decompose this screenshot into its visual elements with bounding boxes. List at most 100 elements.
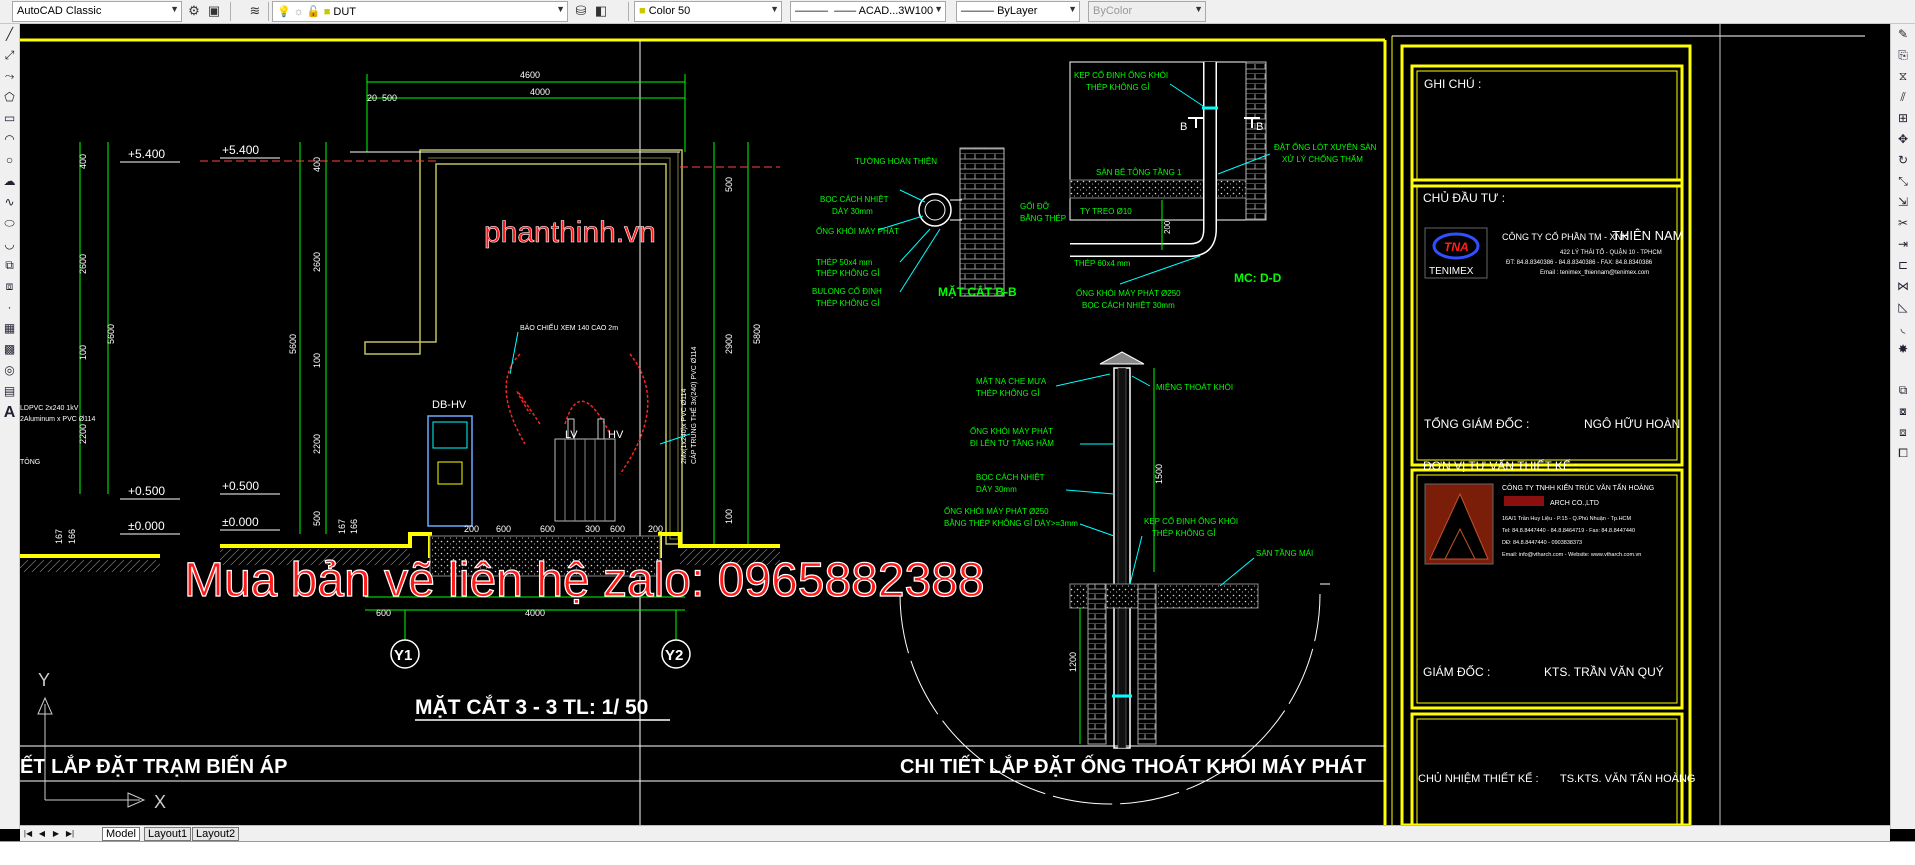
layer-previous-icon[interactable]: ◧ bbox=[592, 2, 610, 20]
send-under-icon[interactable]: ⧠ bbox=[1891, 443, 1915, 464]
last-tab-icon[interactable]: ▶| bbox=[64, 827, 76, 840]
rectangle-icon[interactable]: ▭ bbox=[0, 108, 19, 129]
dim-200b: 200 bbox=[648, 524, 663, 534]
modify-toolbar: ✎ ⎘ ⧖ ⫽ ⊞ ✥ ↻ ⤡ ⇲ ✂ ⇥ ⊏ ⋈ ◺ ◟ ✸ ⧉ ⧇ ⧈ ⧠ bbox=[1890, 24, 1915, 829]
owner-director-name: NGÔ HỮU HOÀN bbox=[1584, 416, 1680, 431]
toolbar-separator bbox=[268, 2, 269, 21]
workspace-settings-icon[interactable]: ⚙ bbox=[185, 2, 203, 20]
table-icon[interactable]: ▤ bbox=[0, 381, 19, 402]
tab-layout1[interactable]: Layout1 bbox=[144, 827, 192, 841]
array-icon[interactable]: ⊞ bbox=[1891, 108, 1915, 129]
trim-icon[interactable]: ✂ bbox=[1891, 213, 1915, 234]
consultant-company: CÔNG TY TNHH KIẾN TRÚC VĂN TẤN HOÀNG bbox=[1502, 482, 1654, 492]
section-3-3: 4600 4000 20 500 400 2600 100 2200 5600 … bbox=[20, 70, 780, 721]
lineweight-dropdown[interactable]: ——— ByLayer ▼ bbox=[956, 1, 1080, 22]
gradient-icon[interactable]: ▩ bbox=[0, 339, 19, 360]
plotstyle-dropdown: ByColor ▼ bbox=[1088, 1, 1206, 22]
dim-400: 400 bbox=[78, 154, 88, 169]
level-5400: +5.400 bbox=[222, 143, 259, 157]
spline-icon[interactable]: ∿ bbox=[0, 192, 19, 213]
prev-tab-icon[interactable]: ◀ bbox=[36, 827, 48, 840]
ellipse-arc-icon[interactable]: ◡ bbox=[0, 234, 19, 255]
erase-icon[interactable]: ✎ bbox=[1891, 24, 1915, 45]
arc-icon[interactable]: ◠ bbox=[0, 129, 19, 150]
tab-layout2[interactable]: Layout2 bbox=[192, 827, 240, 841]
note-roof-3: ỐNG KHÓI MÁY PHÁT bbox=[970, 426, 1053, 436]
owner-phone: ĐT: 84.8.8340386 - 84.8.8340386 - FAX: 8… bbox=[1506, 260, 1653, 266]
dim-167: 167 bbox=[54, 529, 64, 544]
dim-167b: 167 bbox=[337, 519, 347, 534]
move-icon[interactable]: ✥ bbox=[1891, 129, 1915, 150]
section-title: MẶT CẮT 3 - 3 TL: 1/ 50 bbox=[415, 695, 648, 719]
draw-order-back-icon[interactable]: ⧇ bbox=[1891, 401, 1915, 422]
line-tool-icon[interactable]: ╱ bbox=[0, 24, 19, 45]
polygon-icon[interactable]: ⬠ bbox=[0, 87, 19, 108]
scale-icon[interactable]: ⤡ bbox=[1891, 171, 1915, 192]
layer-manager-icon[interactable]: ≋ bbox=[246, 2, 264, 20]
title-block: GHI CHÚ : CHỦ ĐẦU TƯ : TNA TENIMEX CÔNG … bbox=[1400, 44, 1696, 825]
axis-label-y2: Y2 bbox=[665, 647, 683, 664]
mirror-icon[interactable]: ⧖ bbox=[1891, 66, 1915, 87]
axis-label-y1: Y1 bbox=[394, 647, 412, 664]
extend-icon[interactable]: ⇥ bbox=[1891, 234, 1915, 255]
first-tab-icon[interactable]: |◀ bbox=[22, 827, 34, 840]
design-lead-name: TS.KTS. VĂN TẤN HOÀNG bbox=[1560, 772, 1696, 785]
stretch-icon[interactable]: ⇲ bbox=[1891, 192, 1915, 213]
revision-cloud-icon[interactable]: ☁ bbox=[0, 171, 19, 192]
note-dd-4: TY TREO Ø10 bbox=[1080, 207, 1132, 216]
dim-300: 300 bbox=[585, 524, 600, 534]
model-space-canvas[interactable]: 4600 4000 20 500 400 2600 100 2200 5600 … bbox=[20, 24, 1890, 825]
explode-icon[interactable]: ✸ bbox=[1891, 339, 1915, 360]
note-dd-2b: XỬ LÝ CHỐNG THẤM bbox=[1282, 154, 1363, 164]
leader-line bbox=[509, 331, 519, 375]
construction-line-icon[interactable]: ⤢ bbox=[0, 45, 19, 66]
left-footer-title: ẾT LẮP ĐẶT TRẠM BIẾN ÁP bbox=[20, 754, 287, 778]
fillet-icon[interactable]: ◟ bbox=[1891, 318, 1915, 339]
copy-icon[interactable]: ⎘ bbox=[1891, 45, 1915, 66]
owner-logo: TNA TENIMEX bbox=[1424, 227, 1488, 279]
chamfer-icon[interactable]: ◺ bbox=[1891, 297, 1915, 318]
tab-model[interactable]: Model bbox=[102, 827, 140, 841]
insert-block-icon[interactable]: ⧉ bbox=[0, 255, 19, 276]
make-current-layer-icon[interactable]: ⛁ bbox=[572, 2, 590, 20]
owner-logo-short: TNA bbox=[1444, 240, 1469, 254]
layer-value: DUT bbox=[333, 6, 357, 18]
break-icon[interactable]: ⊏ bbox=[1891, 255, 1915, 276]
color-dropdown[interactable]: ■ Color 50 ▼ bbox=[634, 1, 782, 22]
bring-above-icon[interactable]: ⧈ bbox=[1891, 422, 1915, 443]
note-dd-1: KẸP CỐ ĐỊNH ỐNG KHÓI bbox=[1074, 70, 1168, 80]
ellipse-icon[interactable]: ⬭ bbox=[0, 213, 19, 234]
hatch-icon[interactable]: ▦ bbox=[0, 318, 19, 339]
dim-600c: 600 bbox=[610, 524, 625, 534]
note-roof-7: SÀN TẦNG MÁI bbox=[1256, 548, 1313, 558]
dim-20: 20 bbox=[367, 93, 377, 103]
notes-label: GHI CHÚ : bbox=[1424, 76, 1481, 91]
point-icon[interactable]: · bbox=[0, 297, 19, 318]
dim-2600: 2600 bbox=[78, 254, 88, 274]
toolbar-lock-icon[interactable]: ▣ bbox=[205, 2, 223, 20]
next-tab-icon[interactable]: ▶ bbox=[50, 827, 62, 840]
drawing-svg: 4600 4000 20 500 400 2600 100 2200 5600 … bbox=[20, 24, 1865, 825]
join-icon[interactable]: ⋈ bbox=[1891, 276, 1915, 297]
note-dd-6b: BỌC CÁCH NHIỆT 30mm bbox=[1082, 301, 1175, 310]
dim-100b: 100 bbox=[312, 353, 322, 368]
soil-hatch-left bbox=[20, 560, 160, 572]
region-icon[interactable]: ◎ bbox=[0, 360, 19, 381]
draw-order-front-icon[interactable]: ⧉ bbox=[1891, 380, 1915, 401]
offset-icon[interactable]: ⫽ bbox=[1891, 87, 1915, 108]
ucs-icon: Y X bbox=[37, 670, 166, 812]
dim-4000-bottom: 4000 bbox=[525, 608, 545, 618]
workspace-dropdown[interactable]: AutoCAD Classic ▼ bbox=[12, 1, 182, 22]
circle-icon[interactable]: ○ bbox=[0, 150, 19, 171]
polyline-icon[interactable]: ⤳ bbox=[0, 66, 19, 87]
workspace-value: AutoCAD Classic bbox=[17, 5, 102, 17]
multiline-text-icon[interactable]: A bbox=[0, 402, 19, 423]
make-block-icon[interactable]: ⧈ bbox=[0, 276, 19, 297]
note-vertical-1: CÁP TRUNG THẾ 3x(240) PVC Ø114 bbox=[688, 347, 698, 464]
owner-label: CHỦ ĐẦU TƯ : bbox=[1423, 190, 1505, 205]
linetype-dropdown[interactable]: ——— —— ACAD...3W100 ▼ bbox=[790, 1, 946, 22]
dim-1200: 1200 bbox=[1068, 652, 1078, 672]
layer-dropdown[interactable]: 💡 ☼ 🔓 ■ DUT ▼ bbox=[272, 1, 568, 22]
rotate-icon[interactable]: ↻ bbox=[1891, 150, 1915, 171]
command-line[interactable] bbox=[0, 841, 1915, 865]
